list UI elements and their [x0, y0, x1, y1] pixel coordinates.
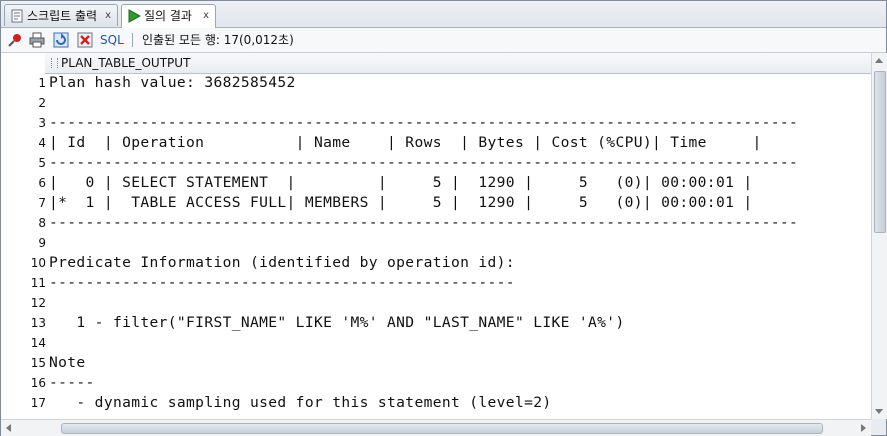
plan-output-cell[interactable]: [49, 93, 869, 113]
table-row[interactable]: 8 ---------------------------------------…: [1, 213, 871, 233]
row-number: 10: [30, 256, 46, 270]
scroll-up-icon[interactable]: [875, 58, 883, 63]
result-toolbar: SQL 인출된 모든 행: 17(0,012초): [1, 28, 886, 53]
table-row[interactable]: 1 Plan hash value: 3682585452: [1, 73, 871, 93]
pin-icon[interactable]: [7, 32, 23, 48]
table-row[interactable]: 17 - dynamic sampling used for this stat…: [1, 393, 871, 413]
plan-output-cell[interactable]: Predicate Information (identified by ope…: [49, 253, 869, 273]
tab-query-result[interactable]: 질의 결과 x: [121, 4, 216, 28]
plan-output-cell[interactable]: ----------------------------------------…: [49, 213, 869, 233]
tab-script-output[interactable]: 스크립트 출력 x: [4, 4, 118, 26]
column-grip-icon: [51, 58, 58, 68]
row-number: 4: [38, 136, 46, 150]
row-number: 2: [38, 96, 46, 110]
query-result-panel: 스크립트 출력 x 질의 결과 x SQL 인출된 모든 행: 17(0,012…: [0, 0, 887, 436]
row-number: 9: [38, 236, 46, 250]
table-row[interactable]: 4 | Id | Operation | Name | Rows | Bytes …: [1, 133, 871, 153]
table-row[interactable]: 9: [1, 233, 871, 253]
plan-output-cell[interactable]: ----------------------------------------…: [49, 273, 869, 293]
row-number: 6: [38, 176, 46, 190]
table-row[interactable]: 16 -----: [1, 373, 871, 393]
table-row[interactable]: 13 1 - filter("FIRST_NAME" LIKE 'M%' AND…: [1, 313, 871, 333]
print-icon[interactable]: [29, 32, 45, 48]
grid-rows: 1 Plan hash value: 3682585452 2 3 ----------…: [1, 73, 871, 413]
row-number: 5: [38, 156, 46, 170]
plan-output-cell[interactable]: -----: [49, 373, 869, 393]
script-icon: [11, 9, 23, 23]
table-row[interactable]: 2: [1, 93, 871, 113]
scroll-right-icon[interactable]: [861, 424, 866, 432]
row-number: 3: [38, 116, 46, 130]
table-row[interactable]: 6 | 0 | SELECT STATEMENT | | 5 | 1290 | 5…: [1, 173, 871, 193]
plan-output-cell[interactable]: [49, 333, 869, 353]
vertical-scrollbar[interactable]: [871, 53, 887, 419]
clear-icon[interactable]: [77, 32, 93, 48]
table-row[interactable]: 3 ---------------------------------------…: [1, 113, 871, 133]
sql-button[interactable]: SQL: [100, 32, 124, 48]
horizontal-scroll-thumb[interactable]: [61, 423, 823, 434]
table-row[interactable]: 11 --------------------------------------…: [1, 273, 871, 293]
row-number: 15: [30, 356, 46, 370]
plan-output-cell[interactable]: ----------------------------------------…: [49, 153, 869, 173]
tab-script-output-label: 스크립트 출력: [27, 9, 98, 23]
scrollbar-corner: [871, 419, 886, 435]
refresh-icon[interactable]: [53, 32, 69, 48]
table-row[interactable]: 12: [1, 293, 871, 313]
plan-output-cell[interactable]: Plan hash value: 3682585452: [49, 73, 869, 93]
plan-output-cell[interactable]: | Id | Operation | Name | Rows | Bytes |…: [49, 133, 869, 153]
fetch-status: 인출된 모든 행: 17(0,012초): [142, 33, 294, 47]
plan-output-cell[interactable]: Note: [49, 353, 869, 373]
plan-output-cell[interactable]: - dynamic sampling used for this stateme…: [49, 393, 869, 413]
column-header-label: PLAN_TABLE_OUTPUT: [61, 56, 191, 70]
row-number: 17: [30, 396, 46, 410]
vertical-scroll-thumb[interactable]: [874, 71, 886, 233]
row-number: 14: [30, 336, 46, 350]
table-row[interactable]: 5 ---------------------------------------…: [1, 153, 871, 173]
result-grid: PLAN_TABLE_OUTPUT 1 Plan hash value: 3682…: [1, 53, 886, 419]
plan-output-cell[interactable]: ----------------------------------------…: [49, 113, 869, 133]
plan-output-cell[interactable]: | 0 | SELECT STATEMENT | | 5 | 1290 | 5 …: [49, 173, 869, 193]
table-row[interactable]: 15 Note: [1, 353, 871, 373]
table-row[interactable]: 14: [1, 333, 871, 353]
run-icon: [128, 9, 141, 23]
table-row[interactable]: 10 Predicate Information (identified by o…: [1, 253, 871, 273]
row-number: 12: [30, 296, 46, 310]
toolbar-divider: [132, 33, 133, 47]
row-number: 7: [38, 196, 46, 210]
row-number: 11: [30, 276, 46, 290]
row-number: 1: [38, 76, 46, 90]
tab-query-result-label: 질의 결과: [144, 9, 192, 23]
row-number: 16: [30, 376, 46, 390]
scroll-left-icon[interactable]: [6, 424, 11, 432]
column-header-plan-table-output[interactable]: PLAN_TABLE_OUTPUT: [45, 53, 871, 74]
tab-strip: 스크립트 출력 x 질의 결과 x: [1, 1, 886, 28]
plan-output-cell[interactable]: [49, 293, 869, 313]
row-number: 8: [38, 216, 46, 230]
plan-output-cell[interactable]: |* 1 | TABLE ACCESS FULL| MEMBERS | 5 | …: [49, 193, 869, 213]
horizontal-scrollbar[interactable]: [1, 419, 871, 436]
table-row[interactable]: 7 |* 1 | TABLE ACCESS FULL| MEMBERS | 5 |…: [1, 193, 871, 213]
plan-output-cell[interactable]: [49, 233, 869, 253]
row-number: 13: [30, 316, 46, 330]
scroll-down-icon[interactable]: [875, 409, 883, 414]
close-icon[interactable]: x: [105, 5, 111, 27]
close-icon[interactable]: x: [203, 5, 209, 27]
plan-output-cell[interactable]: 1 - filter("FIRST_NAME" LIKE 'M%' AND "L…: [49, 313, 869, 333]
